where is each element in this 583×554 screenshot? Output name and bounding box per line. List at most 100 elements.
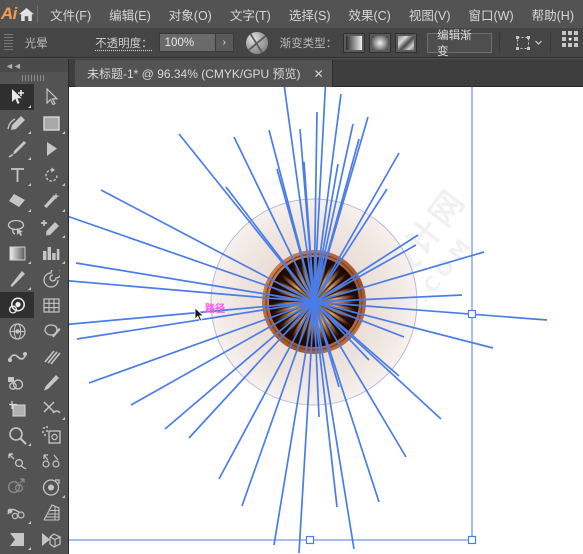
control-bar-grip[interactable] xyxy=(4,33,13,52)
tools-panel: ◄◄ xyxy=(0,59,69,554)
tool-selection[interactable] xyxy=(0,84,34,110)
gradient-type-label: 渐变类型： xyxy=(279,37,338,50)
tool-slice[interactable] xyxy=(0,526,34,552)
menu-object[interactable]: 对象(O) xyxy=(160,1,221,28)
tool-rotate[interactable] xyxy=(34,162,68,188)
tool-gradient[interactable] xyxy=(0,240,34,266)
menu-type[interactable]: 文字(T) xyxy=(221,1,280,28)
artboard-canvas[interactable]: 设计网 .COM 路径 xyxy=(69,87,583,554)
tools-panel-header[interactable]: ◄◄ xyxy=(0,59,68,72)
opacity-label[interactable]: 不透明度： xyxy=(95,35,153,51)
tool-expand-corner xyxy=(62,131,65,134)
tool-type[interactable] xyxy=(0,162,34,188)
tool-live-paint[interactable] xyxy=(34,474,68,500)
menu-view[interactable]: 视图(V) xyxy=(400,1,460,28)
tool-expand-corner xyxy=(62,495,65,498)
gradient-type-linear[interactable] xyxy=(343,32,366,53)
tool-perspective-grid[interactable] xyxy=(0,318,34,344)
object-type-label: 光晕 xyxy=(24,37,48,50)
tool-expand-corner xyxy=(62,235,65,238)
tools-panel-grip[interactable] xyxy=(0,72,68,84)
control-bar: 光晕 不透明度： 100% › 渐变类型： 编辑渐变 xyxy=(0,28,583,58)
selection-rays xyxy=(69,87,548,554)
close-icon[interactable]: ✕ xyxy=(314,68,324,80)
tool-eyedropper[interactable] xyxy=(0,266,34,292)
tool-warp[interactable] xyxy=(0,344,34,370)
tool-expand-corner xyxy=(62,417,65,420)
document-tab-title: 未标题-1* @ 96.34% (CMYK/GPU 预览) xyxy=(87,67,301,81)
control-divider xyxy=(499,32,501,53)
opacity-input[interactable]: 100% xyxy=(158,33,216,52)
tool-puppet-warp[interactable] xyxy=(0,500,34,526)
tool-expand-corner xyxy=(28,131,31,134)
gradient-type-radial[interactable] xyxy=(369,32,392,53)
illustrator-window: Ai 文件(F) 编辑(E) 对象(O) 文字(T) 选择(S) 效果(C) 视… xyxy=(0,0,583,554)
tool-pen[interactable] xyxy=(0,110,34,136)
tool-blend[interactable] xyxy=(0,474,34,500)
tool-3d[interactable] xyxy=(34,526,68,552)
handle-bottom-right xyxy=(467,535,477,545)
tool-lasso[interactable] xyxy=(0,214,34,240)
tool-scale[interactable] xyxy=(0,448,34,474)
tool-rectangle[interactable] xyxy=(34,110,68,136)
document-tab-strip: 未标题-1* @ 96.34% (CMYK/GPU 预览) ✕ xyxy=(69,59,583,87)
menu-effect[interactable]: 效果(C) xyxy=(339,1,399,28)
menu-edit[interactable]: 编辑(E) xyxy=(100,1,160,28)
tool-pencil[interactable] xyxy=(34,370,68,396)
tool-eraser[interactable] xyxy=(0,188,34,214)
tool-add-anchor[interactable] xyxy=(34,214,68,240)
edit-gradient-button[interactable]: 编辑渐变 xyxy=(427,30,493,58)
gradient-type-group xyxy=(343,32,418,53)
tool-artboard[interactable] xyxy=(0,396,34,422)
menu-item-list: 文件(F) 编辑(E) 对象(O) 文字(T) 选择(S) 效果(C) 视图(V… xyxy=(41,1,583,28)
align-panel-icon[interactable] xyxy=(562,30,583,55)
tool-symbol-sprayer[interactable] xyxy=(34,422,68,448)
handle-bottom-mid xyxy=(305,535,315,545)
tool-shaper[interactable] xyxy=(0,370,34,396)
tool-expand-corner xyxy=(28,157,31,160)
tool-width[interactable] xyxy=(34,344,68,370)
menu-help[interactable]: 帮助(H) xyxy=(523,1,583,28)
menu-window[interactable]: 窗口(W) xyxy=(460,1,523,28)
tool-expand-corner xyxy=(28,547,31,550)
chevron-down-icon xyxy=(535,40,542,45)
tool-grid xyxy=(0,84,68,554)
tool-paintbrush[interactable] xyxy=(0,136,34,162)
tool-flare[interactable] xyxy=(0,292,34,318)
tool-expand-corner xyxy=(28,287,31,290)
tool-shape-builder[interactable] xyxy=(34,136,68,162)
tool-expand-corner xyxy=(62,261,65,264)
tool-spiral[interactable] xyxy=(34,266,68,292)
tool-perspective-grid-2[interactable] xyxy=(34,500,68,526)
menu-bar: Ai 文件(F) 编辑(E) 对象(O) 文字(T) 选择(S) 效果(C) 视… xyxy=(0,0,583,28)
transform-panel-icon[interactable] xyxy=(515,35,543,51)
home-icon[interactable] xyxy=(18,0,35,28)
gradient-sphere-icon[interactable] xyxy=(246,31,268,54)
tool-expand-corner xyxy=(28,209,31,212)
menu-file[interactable]: 文件(F) xyxy=(41,1,100,28)
tool-blob-brush[interactable] xyxy=(34,318,68,344)
tool-graph[interactable] xyxy=(34,240,68,266)
tool-expand-corner xyxy=(28,521,31,524)
tool-zoom[interactable] xyxy=(0,422,34,448)
document-tab[interactable]: 未标题-1* @ 96.34% (CMYK/GPU 预览) ✕ xyxy=(75,60,333,87)
artwork-svg xyxy=(69,87,548,554)
tool-expand-corner xyxy=(28,105,31,108)
collapse-panel-icon[interactable]: ◄◄ xyxy=(5,61,22,71)
tool-expand-corner xyxy=(28,183,31,186)
tool-free-transform[interactable] xyxy=(34,448,68,474)
handle-right-mid xyxy=(467,309,477,319)
opacity-dropdown-icon[interactable]: › xyxy=(215,33,235,52)
tool-scissors[interactable] xyxy=(34,396,68,422)
control-divider-2 xyxy=(550,32,552,53)
tool-mesh[interactable] xyxy=(34,292,68,318)
tool-expand-corner xyxy=(28,261,31,264)
tool-expand-corner xyxy=(62,183,65,186)
tool-expand-corner xyxy=(28,443,31,446)
menu-select[interactable]: 选择(S) xyxy=(280,1,340,28)
gradient-type-freeform[interactable] xyxy=(395,32,418,53)
ai-logo-icon: Ai xyxy=(0,4,17,23)
tool-direct-selection[interactable] xyxy=(34,84,68,110)
tool-expand-corner xyxy=(62,209,65,212)
tool-magic-wand[interactable] xyxy=(34,188,68,214)
